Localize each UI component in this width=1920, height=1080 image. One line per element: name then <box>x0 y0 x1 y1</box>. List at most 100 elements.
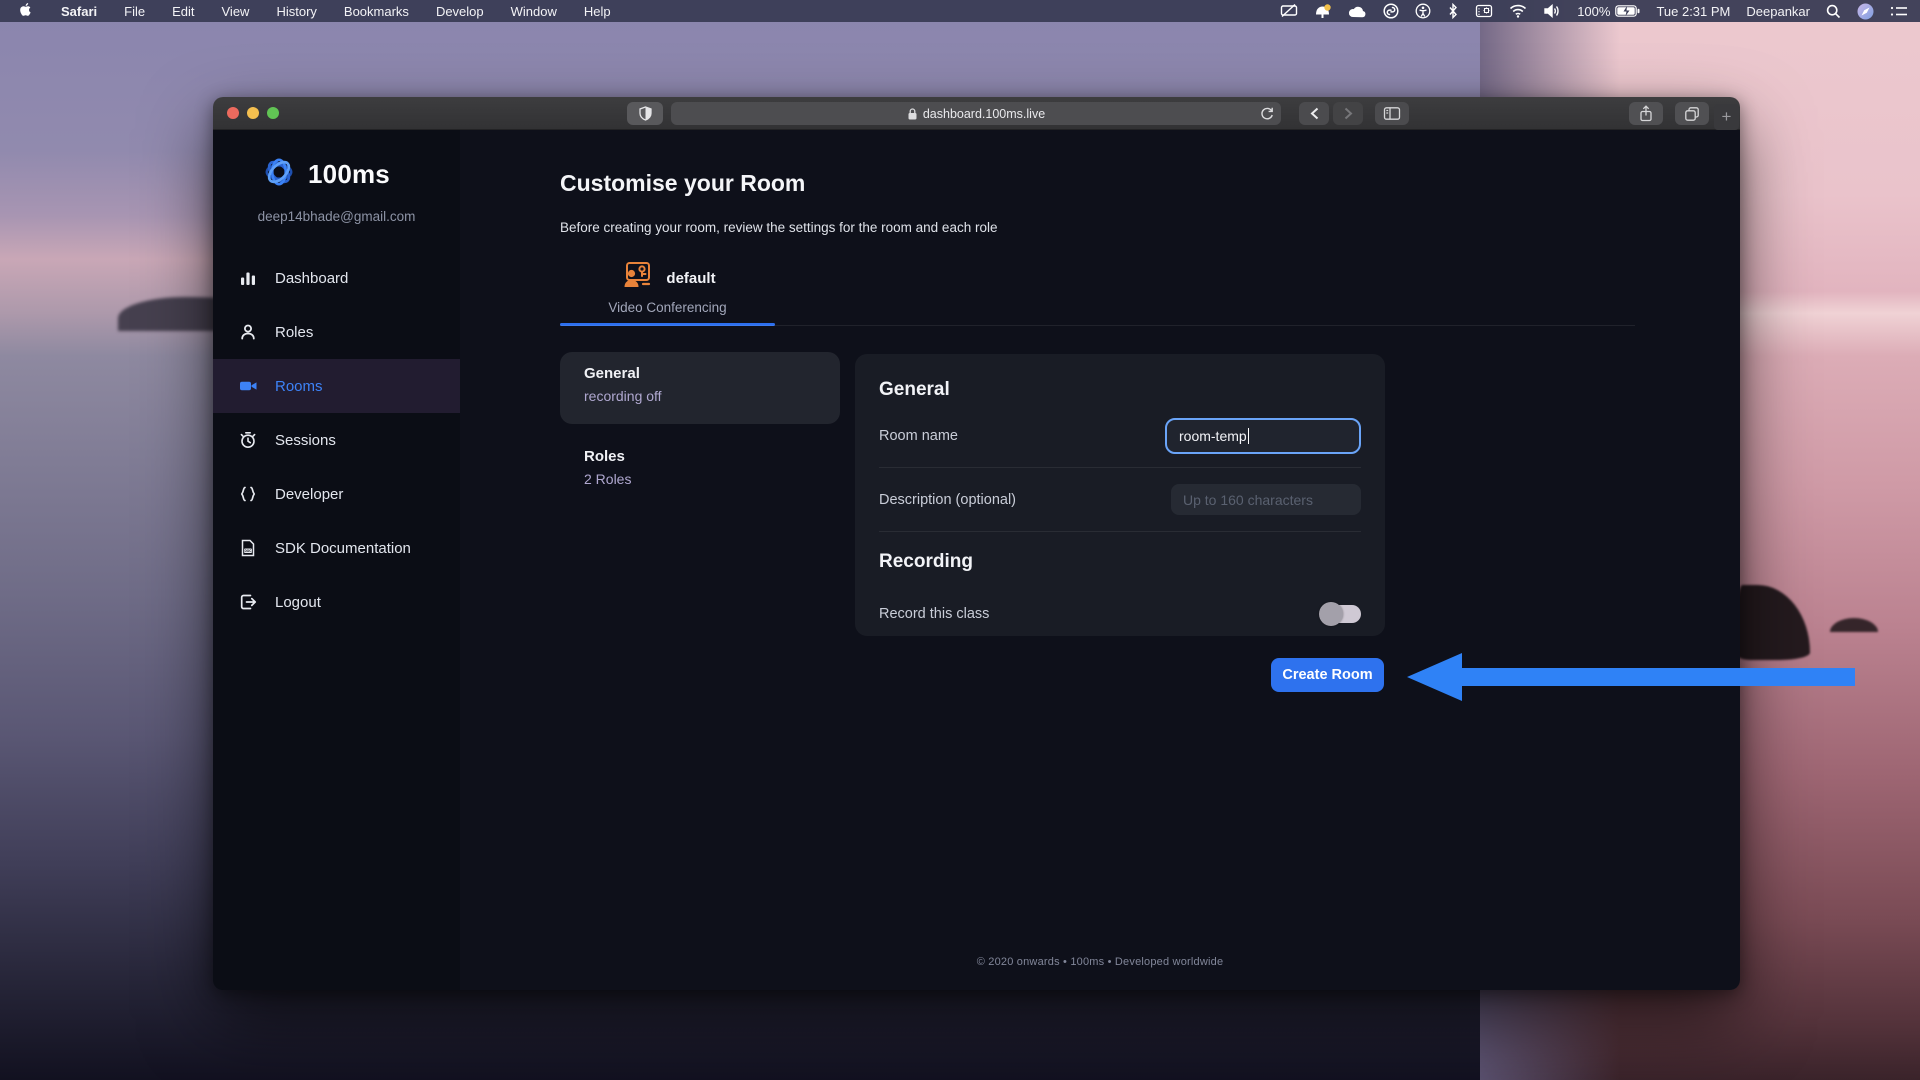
user-menu[interactable]: Deepankar <box>1746 4 1810 19</box>
wifi-icon[interactable] <box>1509 4 1527 18</box>
bluetooth-icon[interactable] <box>1447 3 1459 19</box>
sidebar-item-label: Sessions <box>275 431 336 449</box>
sidebar-nav: Dashboard Roles Rooms Sessions Developer… <box>213 251 460 629</box>
menu-item-help[interactable]: Help <box>584 4 611 19</box>
description-placeholder: Up to 160 characters <box>1183 491 1313 508</box>
menu-item-develop[interactable]: Develop <box>436 4 484 19</box>
record-class-label: Record this class <box>879 606 990 622</box>
titlebar[interactable]: dashboard.100ms.live + <box>213 97 1740 130</box>
location-compass-icon[interactable] <box>1857 3 1874 20</box>
app-sidebar: 100ms deep14bhade@gmail.com Dashboard Ro… <box>213 130 460 990</box>
general-settings-panel: General Room name room-temp Description … <box>855 354 1385 636</box>
stopwatch-icon <box>238 431 258 449</box>
room-name-value: room-temp <box>1179 427 1247 444</box>
document-icon: DOC <box>238 539 258 557</box>
account-email: deep14bhade@gmail.com <box>257 209 416 224</box>
menu-item-edit[interactable]: Edit <box>172 4 194 19</box>
menu-item-bookmarks[interactable]: Bookmarks <box>344 4 409 19</box>
page-subtitle: Before creating your room, review the se… <box>560 220 998 235</box>
sidebar-item-label: Developer <box>275 485 344 503</box>
settings-nav-subtitle: recording off <box>584 388 662 404</box>
screen-mirroring-icon[interactable] <box>1280 4 1298 18</box>
settings-nav-roles[interactable]: Roles 2 Roles <box>560 424 855 487</box>
sidebar-item-label: Dashboard <box>275 269 349 287</box>
page-title: Customise your Room <box>560 170 806 196</box>
reload-icon[interactable] <box>1260 106 1274 121</box>
safari-window: dashboard.100ms.live + 100ms deep14bhade… <box>213 97 1740 990</box>
video-camera-icon <box>238 377 258 395</box>
back-button[interactable] <box>1299 102 1329 125</box>
address-bar[interactable]: dashboard.100ms.live <box>671 102 1281 125</box>
sidebar-item-logout[interactable]: Logout <box>213 575 460 629</box>
url-text: dashboard.100ms.live <box>922 106 1046 121</box>
close-window-button[interactable] <box>227 107 239 119</box>
toggle-knob <box>1319 602 1343 626</box>
sidebar-item-rooms[interactable]: Rooms <box>213 359 460 413</box>
zoom-window-button[interactable] <box>267 107 279 119</box>
sidebar-item-label: Logout <box>275 593 321 611</box>
shazam-icon[interactable] <box>1383 3 1399 19</box>
menu-item-safari[interactable]: Safari <box>61 4 97 19</box>
text-caret <box>1247 427 1250 444</box>
sidebar-item-developer[interactable]: Developer <box>213 467 460 521</box>
share-button[interactable] <box>1629 102 1663 125</box>
settings-nav: General recording off Roles 2 Roles <box>560 352 855 487</box>
tab-overview-button[interactable] <box>1675 102 1709 125</box>
battery-icon <box>1615 5 1640 17</box>
sidebar-item-roles[interactable]: Roles <box>213 305 460 359</box>
menu-item-file[interactable]: File <box>124 4 145 19</box>
settings-nav-subtitle: 2 Roles <box>584 471 632 487</box>
bar-chart-icon <box>238 269 258 287</box>
room-name-input[interactable]: room-temp <box>1165 417 1361 454</box>
forward-button[interactable] <box>1333 102 1363 125</box>
notification-badge-icon[interactable] <box>1314 3 1332 19</box>
description-input[interactable]: Up to 160 characters <box>1171 484 1361 515</box>
create-room-button[interactable]: Create Room <box>1271 658 1384 692</box>
person-icon <box>238 323 258 341</box>
volume-icon[interactable] <box>1543 4 1561 18</box>
apple-menu-icon[interactable] <box>20 3 34 19</box>
settings-nav-title: General <box>584 365 640 382</box>
tabs-divider <box>560 325 1635 326</box>
description-label: Description (optional) <box>879 491 1017 508</box>
sidebar-item-sessions[interactable]: Sessions <box>213 413 460 467</box>
window-edge-plus-button[interactable]: + <box>1714 104 1739 130</box>
privacy-report-button[interactable] <box>627 102 663 125</box>
keyboard-viewer-icon[interactable] <box>1475 4 1493 18</box>
tab-name: default <box>666 269 716 287</box>
panel-heading-recording: Recording <box>879 551 973 572</box>
settings-nav-title: Roles <box>584 448 625 465</box>
sidebar-item-dashboard[interactable]: Dashboard <box>213 251 460 305</box>
menu-bar: Safari File Edit View History Bookmarks … <box>0 0 1920 22</box>
settings-nav-general[interactable]: General recording off <box>560 352 840 424</box>
notification-center-icon[interactable] <box>1890 5 1908 18</box>
annotation-arrow <box>1405 652 1857 707</box>
cloud-icon[interactable] <box>1348 5 1367 18</box>
lock-icon <box>907 107 918 121</box>
menu-item-history[interactable]: History <box>276 4 316 19</box>
menu-item-window[interactable]: Window <box>511 4 557 19</box>
template-tab-default[interactable]: default Video Conferencing <box>560 258 775 326</box>
brand[interactable]: 100ms <box>261 154 390 195</box>
spotlight-search-icon[interactable] <box>1826 4 1841 19</box>
accessibility-icon[interactable] <box>1415 3 1431 19</box>
clock[interactable]: Tue 2:31 PM <box>1656 4 1730 19</box>
sidebar-item-label: Rooms <box>275 377 323 395</box>
sidebar-item-label: Roles <box>275 323 314 341</box>
sidebar-item-sdk-documentation[interactable]: DOC SDK Documentation <box>213 521 460 575</box>
100ms-logo-icon <box>261 154 297 195</box>
main-content: Customise your Room Before creating your… <box>460 130 1740 990</box>
record-toggle[interactable] <box>1319 602 1361 626</box>
sidebar-item-label: SDK Documentation <box>275 539 411 557</box>
menu-item-view[interactable]: View <box>222 4 250 19</box>
plus-icon: + <box>1721 107 1732 126</box>
room-name-label: Room name <box>879 427 958 444</box>
minimize-window-button[interactable] <box>247 107 259 119</box>
braces-icon <box>238 485 258 503</box>
battery-percent: 100% <box>1577 3 1611 19</box>
footer-text: © 2020 onwards • 100ms • Developed world… <box>976 956 1224 968</box>
brand-name: 100ms <box>308 159 390 189</box>
sidebar-toggle-button[interactable] <box>1375 102 1409 125</box>
panel-heading-general: General <box>879 379 950 400</box>
tab-type: Video Conferencing <box>608 300 727 315</box>
